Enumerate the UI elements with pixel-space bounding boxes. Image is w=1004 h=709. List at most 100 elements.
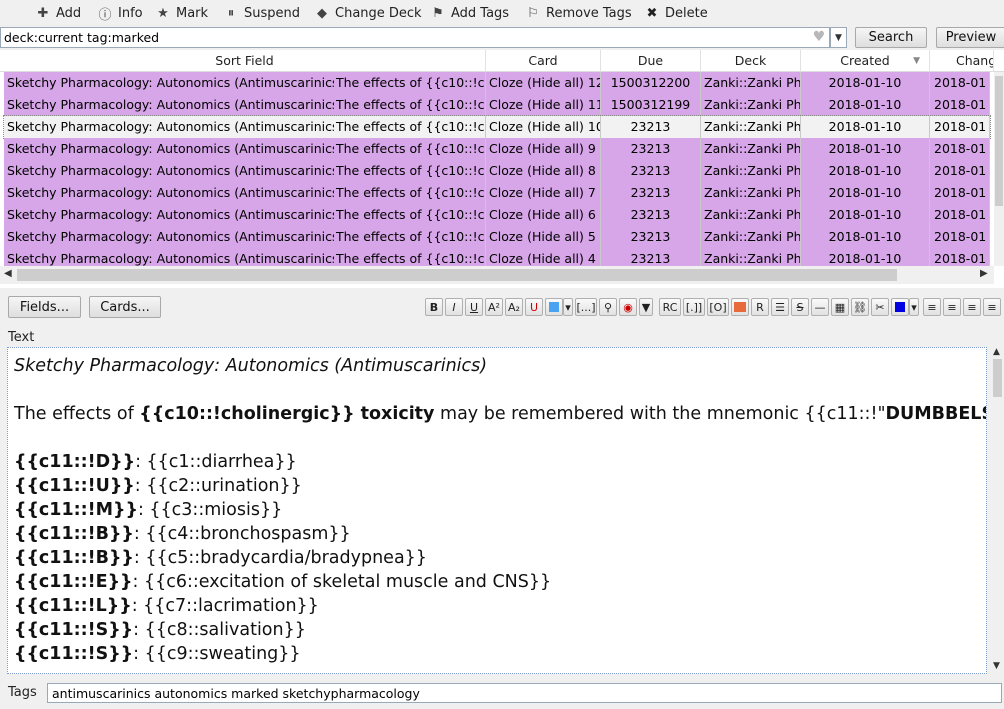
vertical-scroll-thumb[interactable]: [995, 76, 1003, 206]
delete-icon: ✖: [646, 5, 658, 21]
more-dropdown[interactable]: ▼: [639, 298, 653, 316]
cell-due: 1500312199: [601, 94, 701, 116]
table-row[interactable]: Sketchy Pharmacology: Autonomics (Antimu…: [4, 94, 990, 116]
table-icon[interactable]: ▦: [831, 298, 849, 316]
preview-button[interactable]: Preview: [936, 27, 1004, 48]
cards-button[interactable]: Cards...: [89, 296, 161, 318]
horizontal-scroll-thumb[interactable]: [17, 269, 897, 281]
table-row[interactable]: Sketchy Pharmacology: Autonomics (Antimu…: [4, 160, 990, 182]
delete-button[interactable]: ✖ Delete: [644, 3, 708, 23]
bold-button[interactable]: B: [425, 298, 443, 316]
sort-descending-icon: ▼: [913, 56, 920, 66]
cell-card: Cloze (Hide all) 5: [486, 226, 601, 248]
horizontal-rule-icon[interactable]: —: [811, 298, 829, 316]
heart-icon[interactable]: ♥: [811, 29, 827, 45]
highlight-swatch-icon: [734, 302, 746, 312]
suspend-label: Suspend: [244, 5, 301, 21]
mnemonic-key: {{c11::!B}}: [14, 548, 134, 568]
cell-due: 1500312200: [601, 72, 701, 94]
background-color-dropdown[interactable]: ▾: [909, 298, 919, 316]
column-due[interactable]: Due: [601, 50, 701, 72]
column-deck[interactable]: Deck: [701, 50, 801, 72]
fields-button[interactable]: Fields...: [8, 296, 81, 318]
italic-button[interactable]: I: [445, 298, 463, 316]
text-field-editor[interactable]: Sketchy Pharmacology: Autonomics (Antimu…: [7, 347, 987, 674]
info-button[interactable]: ⓘ Info: [97, 3, 142, 23]
underline-button[interactable]: U: [465, 298, 483, 316]
attach-icon[interactable]: ⚲: [599, 298, 617, 316]
link-icon[interactable]: ⛓: [851, 298, 869, 316]
subscript-button[interactable]: A₂: [505, 298, 523, 316]
search-button[interactable]: Search: [855, 27, 927, 48]
column-changed[interactable]: Change: [930, 50, 994, 72]
remove-tags-button[interactable]: ⚐ Remove Tags: [525, 3, 632, 23]
mnemonic-value: : {{c6::excitation of skeletal muscle an…: [132, 572, 552, 592]
cell-changed: 2018-01: [930, 72, 990, 94]
search-input[interactable]: deck:current tag:marked: [0, 27, 830, 48]
cloze-button[interactable]: [...]: [575, 298, 597, 316]
cell-deck: Zanki::Zanki Ph...: [701, 182, 801, 204]
column-card[interactable]: Card: [486, 50, 601, 72]
intro-e: DUMBBELSS: [885, 404, 986, 424]
cell-changed: 2018-01: [930, 204, 990, 226]
cell-created: 2018-01-10: [801, 116, 930, 138]
mnemonic-line: {{c11::!E}}: {{c6::excitation of skeleta…: [14, 570, 980, 594]
column-created[interactable]: Created ▼: [801, 50, 930, 72]
cell-card: Cloze (Hide all) 8: [486, 160, 601, 182]
table-row[interactable]: Sketchy Pharmacology: Autonomics (Antimu…: [4, 182, 990, 204]
cell-card: Cloze (Hide all) 11: [486, 94, 601, 116]
record-icon[interactable]: ◉: [619, 298, 637, 316]
clear-format-button[interactable]: U: [525, 298, 543, 316]
search-history-dropdown[interactable]: ▼: [830, 27, 847, 48]
suspend-button[interactable]: ⏸ Suspend: [223, 3, 300, 23]
scroll-right-icon: ▶: [980, 268, 988, 279]
horizontal-scrollbar[interactable]: ◀ ▶: [0, 266, 994, 284]
mark-button[interactable]: ★ Mark: [155, 3, 208, 23]
highlight-icon[interactable]: [731, 298, 749, 316]
list-icon[interactable]: ☰: [771, 298, 789, 316]
bracket-cloze-button[interactable]: [.]]: [683, 298, 705, 316]
rc-button[interactable]: RC: [659, 298, 681, 316]
change-deck-button[interactable]: ◆ Change Deck: [314, 3, 422, 23]
align-left-icon[interactable]: ≡: [923, 298, 941, 316]
tags-input[interactable]: antimuscarinics autonomics marked sketch…: [47, 683, 1002, 703]
cell-field: The effects of {{c10::!c...: [334, 226, 486, 248]
mnemonic-line: {{c11::!L}}: {{c7::lacrimation}}: [14, 594, 980, 618]
align-center-icon[interactable]: ≡: [943, 298, 961, 316]
text-color-button[interactable]: [545, 298, 563, 316]
cell-changed: 2018-01: [930, 138, 990, 160]
cell-due: 23213: [601, 138, 701, 160]
cell-changed: 2018-01: [930, 94, 990, 116]
scroll-up-icon: ▲: [993, 347, 1000, 357]
paren-cloze-button[interactable]: [O]: [707, 298, 729, 316]
superscript-button[interactable]: A²: [485, 298, 503, 316]
add-tags-button[interactable]: ⚑ Add Tags: [430, 3, 509, 23]
background-color-button[interactable]: [891, 298, 909, 316]
table-row[interactable]: Sketchy Pharmacology: Autonomics (Antimu…: [4, 204, 990, 226]
vertical-scrollbar[interactable]: [994, 72, 1004, 266]
unlink-icon[interactable]: ✂: [871, 298, 889, 316]
text-color-dropdown[interactable]: ▾: [563, 298, 573, 316]
editor-scroll-thumb[interactable]: [993, 359, 1002, 397]
justify-icon[interactable]: ≡: [983, 298, 1001, 316]
table-row[interactable]: Sketchy Pharmacology: Autonomics (Antimu…: [4, 226, 990, 248]
color-swatch-icon: [549, 302, 559, 312]
cell-field: The effects of {{c10::!c...: [334, 160, 486, 182]
rtl-button[interactable]: R: [751, 298, 769, 316]
mnemonic-line: {{c11::!S}}: {{c9::sweating}}: [14, 642, 980, 666]
mark-label: Mark: [176, 5, 209, 21]
cell-created: 2018-01-10: [801, 72, 930, 94]
cell-card: Cloze (Hide all) 6: [486, 204, 601, 226]
editor-vertical-scrollbar[interactable]: ▲ ▼: [990, 347, 1004, 674]
table-row[interactable]: Sketchy Pharmacology: Autonomics (Antimu…: [3, 115, 991, 139]
strikethrough-button[interactable]: S: [791, 298, 809, 316]
cell-sort: Sketchy Pharmacology: Autonomics (Antimu…: [7, 163, 334, 178]
column-sort-field[interactable]: Sort Field: [4, 50, 486, 72]
table-row[interactable]: Sketchy Pharmacology: Autonomics (Antimu…: [4, 72, 990, 94]
add-icon: ✚: [37, 5, 49, 21]
table-row[interactable]: Sketchy Pharmacology: Autonomics (Antimu…: [4, 138, 990, 160]
intro-d: may be remembered with the mnemonic {{c1…: [434, 404, 886, 424]
align-right-icon[interactable]: ≡: [963, 298, 981, 316]
add-button[interactable]: ✚ Add: [35, 3, 82, 23]
scroll-left-icon: ◀: [4, 268, 12, 279]
